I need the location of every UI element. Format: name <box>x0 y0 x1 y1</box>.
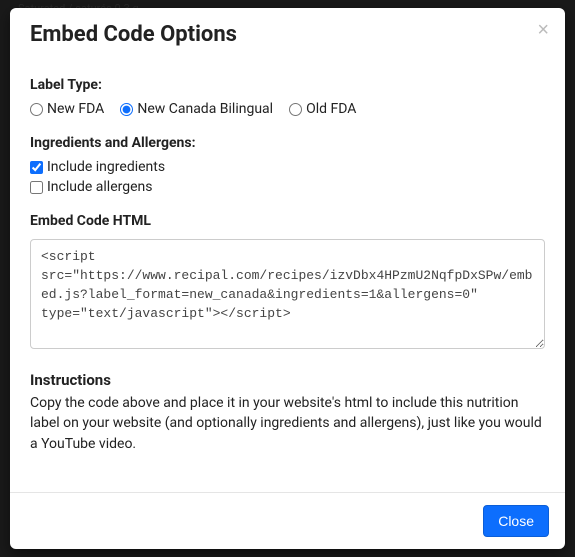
radio-new-fda-label: New FDA <box>47 101 104 117</box>
checkbox-include-ingredients-label: Include ingredients <box>47 159 165 175</box>
close-icon[interactable]: × <box>537 20 549 40</box>
ingredients-allergens-group: Include ingredients Include allergens <box>30 159 545 195</box>
radio-old-fda[interactable]: Old FDA <box>289 101 356 117</box>
close-button[interactable]: Close <box>483 505 549 537</box>
ingredients-allergens-heading: Ingredients and Allergens: <box>30 135 545 151</box>
label-type-heading: Label Type: <box>30 77 545 93</box>
checkbox-include-ingredients-input[interactable] <box>30 161 43 174</box>
modal-header: Embed Code Options × <box>10 8 565 59</box>
checkbox-include-allergens-label: Include allergens <box>47 179 153 195</box>
checkbox-include-allergens-input[interactable] <box>30 181 43 194</box>
embed-code-heading: Embed Code HTML <box>30 213 545 229</box>
radio-old-fda-label: Old FDA <box>306 101 356 117</box>
radio-new-canada[interactable]: New Canada Bilingual <box>120 101 273 117</box>
modal-title: Embed Code Options <box>30 22 545 47</box>
modal-footer: Close <box>10 492 565 549</box>
radio-new-fda-input[interactable] <box>30 103 43 116</box>
label-type-radio-group: New FDA New Canada Bilingual Old FDA <box>30 101 545 117</box>
radio-new-canada-input[interactable] <box>120 103 133 116</box>
checkbox-include-ingredients[interactable]: Include ingredients <box>30 159 545 175</box>
checkbox-include-allergens[interactable]: Include allergens <box>30 179 545 195</box>
radio-new-fda[interactable]: New FDA <box>30 101 104 117</box>
embed-code-modal: Embed Code Options × Label Type: New FDA… <box>10 8 565 549</box>
embed-code-textarea[interactable] <box>30 239 545 349</box>
radio-new-canada-label: New Canada Bilingual <box>137 101 273 117</box>
radio-old-fda-input[interactable] <box>289 103 302 116</box>
modal-body: Label Type: New FDA New Canada Bilingual… <box>10 59 565 492</box>
instructions-text: Copy the code above and place it in your… <box>30 393 545 454</box>
instructions-heading: Instructions <box>30 371 545 389</box>
